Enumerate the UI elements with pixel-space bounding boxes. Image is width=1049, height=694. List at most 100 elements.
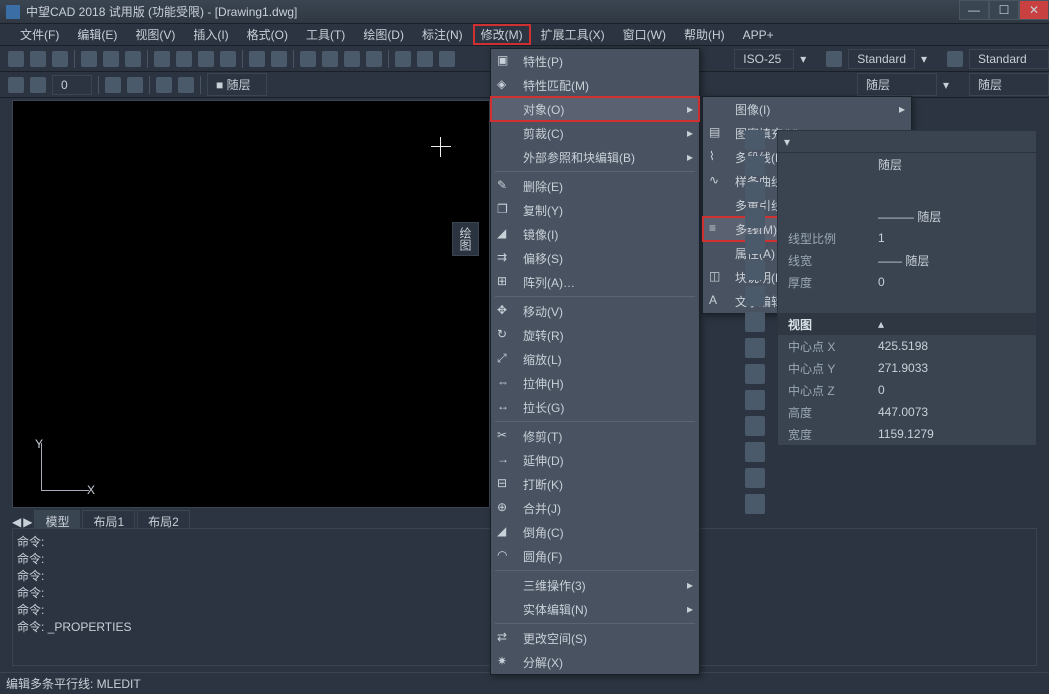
tablestyle-dropdown[interactable]: Standard — [969, 49, 1049, 69]
layerprev-icon[interactable] — [105, 77, 121, 93]
vtool-icon[interactable] — [745, 156, 765, 176]
textstyle-dropdown[interactable]: Standard — [848, 49, 915, 69]
tablestyle-icon[interactable] — [947, 51, 963, 67]
mi-matchprop[interactable]: ◈特性匹配(M) — [491, 73, 699, 97]
tab-scroll-right[interactable]: ▶ — [23, 515, 32, 529]
menu-edit[interactable]: 编辑(E) — [69, 24, 125, 45]
dimstyle-dropdown[interactable]: ISO-25 — [734, 49, 794, 69]
preview-icon[interactable] — [103, 51, 119, 67]
paste-icon[interactable] — [198, 51, 214, 67]
mi-erase[interactable]: ✎删除(E) — [491, 174, 699, 198]
minimize-button[interactable]: — — [959, 0, 989, 20]
mi-chamfer[interactable]: ◢倒角(C) — [491, 520, 699, 544]
vtool-icon[interactable] — [745, 390, 765, 410]
layerstate-icon[interactable] — [127, 77, 143, 93]
undo-icon[interactable] — [249, 51, 265, 67]
tab-scroll-left[interactable]: ◀ — [12, 515, 21, 529]
mi-object[interactable]: 对象(O)▸ — [491, 97, 699, 121]
mi-3dops[interactable]: 三维操作(3)▸ — [491, 573, 699, 597]
mi-extend[interactable]: →延伸(D) — [491, 448, 699, 472]
mi-offset[interactable]: ⇉偏移(S) — [491, 246, 699, 270]
toolpalette-icon[interactable] — [439, 51, 455, 67]
open-icon[interactable] — [30, 51, 46, 67]
textstyle-icon[interactable] — [826, 51, 842, 67]
mi-clip[interactable]: 剪裁(C)▸ — [491, 121, 699, 145]
prop-cx-value[interactable]: 425.5198 — [878, 339, 1036, 353]
prop-cy-value[interactable]: 271.9033 — [878, 361, 1036, 375]
menu-modify[interactable]: 修改(M) — [473, 24, 531, 45]
vtool-icon[interactable] — [745, 468, 765, 488]
zoomwin-icon[interactable] — [344, 51, 360, 67]
mi-scale[interactable]: ⤢缩放(L) — [491, 347, 699, 371]
publish-icon[interactable] — [125, 51, 141, 67]
prop-lw-value[interactable]: —— 随层 — [878, 252, 1036, 269]
vtool-icon[interactable] — [745, 208, 765, 228]
vtool-icon[interactable] — [745, 130, 765, 150]
smi-image[interactable]: 图像(I)▸ — [703, 97, 911, 121]
drawing-canvas[interactable]: Y X — [12, 100, 490, 508]
mi-fillet[interactable]: ◠圆角(F) — [491, 544, 699, 568]
zoom-icon[interactable] — [322, 51, 338, 67]
designcenter-icon[interactable] — [417, 51, 433, 67]
mi-array[interactable]: ⊞阵列(A)… — [491, 270, 699, 294]
copy-icon[interactable] — [176, 51, 192, 67]
insert-icon[interactable] — [178, 77, 194, 93]
prop-thick-value[interactable]: 0 — [878, 275, 1036, 289]
block-icon[interactable] — [156, 77, 172, 93]
menu-format[interactable]: 格式(O) — [239, 24, 296, 45]
draw-palette-label[interactable]: 绘图 — [452, 222, 479, 256]
mi-stretch[interactable]: ⇔拉伸(H) — [491, 371, 699, 395]
mi-move[interactable]: ✥移动(V) — [491, 299, 699, 323]
vtool-icon[interactable] — [745, 234, 765, 254]
layeriso-icon[interactable] — [30, 77, 46, 93]
vtool-icon[interactable] — [745, 312, 765, 332]
menu-draw[interactable]: 绘图(D) — [355, 24, 412, 45]
mi-trim[interactable]: ✂修剪(T) — [491, 424, 699, 448]
mi-rotate[interactable]: ↻旋转(R) — [491, 323, 699, 347]
properties-icon[interactable] — [395, 51, 411, 67]
layer-dropdown[interactable]: 0 — [52, 75, 92, 95]
linetype-dropdown[interactable]: 随层 — [857, 73, 937, 96]
mi-join[interactable]: ⊕合并(J) — [491, 496, 699, 520]
save-icon[interactable] — [52, 51, 68, 67]
pan-icon[interactable] — [300, 51, 316, 67]
prop-header[interactable]: ▾ — [778, 131, 1036, 153]
new-icon[interactable] — [8, 51, 24, 67]
menu-view[interactable]: 视图(V) — [127, 24, 183, 45]
lineweight-dropdown[interactable]: 随层 — [969, 73, 1049, 96]
menu-file[interactable]: 文件(F) — [12, 24, 67, 45]
matchprop-icon[interactable] — [220, 51, 236, 67]
mi-xrefedit[interactable]: 外部参照和块编辑(B)▸ — [491, 145, 699, 169]
vtool-icon[interactable] — [745, 416, 765, 436]
menu-tools[interactable]: 工具(T) — [298, 24, 353, 45]
maximize-button[interactable]: ☐ — [989, 0, 1019, 20]
mi-copy[interactable]: ❐复制(Y) — [491, 198, 699, 222]
mi-solidedit[interactable]: 实体编辑(N)▸ — [491, 597, 699, 621]
redo-icon[interactable] — [271, 51, 287, 67]
vtool-icon[interactable] — [745, 364, 765, 384]
menu-app[interactable]: APP+ — [735, 26, 782, 44]
close-button[interactable]: ✕ — [1019, 0, 1049, 20]
prop-cz-value[interactable]: 0 — [878, 383, 1036, 397]
color-bylayer[interactable]: ■ 随层 — [207, 73, 267, 96]
vtool-icon[interactable] — [745, 442, 765, 462]
layer-icon[interactable] — [8, 77, 24, 93]
mi-break[interactable]: ⊟打断(K) — [491, 472, 699, 496]
cut-icon[interactable] — [154, 51, 170, 67]
prop-linetype-value[interactable]: ——— 随层 — [878, 208, 1036, 225]
vtool-icon[interactable] — [745, 286, 765, 306]
vtool-icon[interactable] — [745, 338, 765, 358]
prop-view-head[interactable]: 视图 — [778, 316, 878, 333]
vtool-icon[interactable] — [745, 260, 765, 280]
menu-extension[interactable]: 扩展工具(X) — [533, 24, 613, 45]
prop-w-value[interactable]: 1159.1279 — [878, 427, 1036, 441]
zoomext-icon[interactable] — [366, 51, 382, 67]
menu-help[interactable]: 帮助(H) — [676, 24, 733, 45]
mi-explode[interactable]: ✷分解(X) — [491, 650, 699, 674]
prop-layer-value[interactable]: 随层 — [878, 156, 1036, 173]
vtool-icon[interactable] — [745, 182, 765, 202]
mi-properties[interactable]: ▣特性(P) — [491, 49, 699, 73]
menu-dimension[interactable]: 标注(N) — [414, 24, 471, 45]
print-icon[interactable] — [81, 51, 97, 67]
mi-changespace[interactable]: ⇄更改空间(S) — [491, 626, 699, 650]
